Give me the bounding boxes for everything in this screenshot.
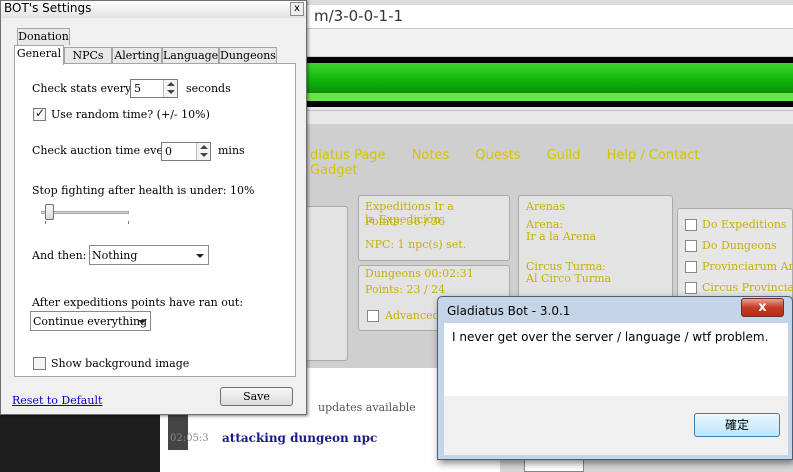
tab-dungeons[interactable]: Dungeons <box>219 47 277 64</box>
message-text: I never get over the server / language /… <box>452 330 769 344</box>
message-box-close-button[interactable]: x <box>741 298 784 317</box>
provinciarum-arena-checkbox[interactable] <box>685 261 697 273</box>
do-expeditions-checkbox[interactable] <box>685 219 697 231</box>
tab-donation[interactable]: Donation <box>17 28 70 45</box>
game-nav: diatus Page Notes Quests Guild Help / Co… <box>310 148 793 178</box>
provinciarum-arena-label: Provinciarum Arena <box>702 260 793 273</box>
exp-out-label: After expeditions points have ran out: <box>32 296 244 309</box>
left-panel <box>300 206 348 361</box>
game-banner <box>300 57 793 107</box>
check-stats-label: Check stats every <box>32 82 132 95</box>
settings-titlebar[interactable]: BOT's Settings x <box>1 1 306 18</box>
bg-image-label: Show background image <box>51 357 190 370</box>
circus-provinciarum-label: Circus Provinciarum <box>702 281 793 294</box>
tab-npcs[interactable]: NPCs <box>64 47 112 64</box>
auction-label: Check auction time every <box>32 144 175 157</box>
advanced-checkbox[interactable] <box>367 310 379 322</box>
exp-out-select[interactable]: Continue everything <box>30 311 151 331</box>
settings-close-button[interactable]: x <box>290 2 304 16</box>
nav-gladiatus-page[interactable]: diatus Page <box>310 148 386 163</box>
advanced-label: Advanced <box>385 309 440 322</box>
dungeons-title: Dungeons 00:02:31 <box>365 267 474 280</box>
chevron-down-icon <box>138 320 146 324</box>
log-updates-text: updates available <box>318 401 416 414</box>
random-time-checkbox[interactable] <box>33 106 46 121</box>
circus-provinciarum-checkbox[interactable] <box>685 282 697 294</box>
bg-image-checkbox[interactable] <box>33 357 46 370</box>
chevron-up-icon[interactable] <box>200 145 208 149</box>
browser-toolbar <box>300 29 793 57</box>
stepper-arrows[interactable] <box>163 80 177 97</box>
check-stats-unit: seconds <box>186 82 231 95</box>
check-stats-value: 5 <box>134 82 141 95</box>
expeditions-npc: NPC: 1 npc(s) set. <box>365 238 467 251</box>
tab-general[interactable]: General <box>14 45 64 65</box>
health-slider-thumb[interactable] <box>45 204 54 220</box>
and-then-label: And then: <box>32 249 87 262</box>
log-timestamp: 02:05:3 <box>170 433 209 444</box>
auction-stepper[interactable]: 0 <box>161 142 211 161</box>
chevron-up-icon[interactable] <box>167 82 175 86</box>
message-box-title: Gladiatus Bot - 3.0.1 <box>447 304 571 318</box>
desktop-background <box>0 415 160 472</box>
tab-language[interactable]: Language <box>162 47 219 64</box>
auction-value: 0 <box>165 145 172 158</box>
random-time-label: Use random time? (+/- 10%) <box>51 108 210 121</box>
expeditions-panel: Expeditions Ir a la Expedición Points: 3… <box>358 195 510 261</box>
circus-link[interactable]: Al Circo Turma <box>526 272 611 285</box>
address-bar[interactable]: m/3-0-0-1-1 <box>300 5 793 29</box>
health-slider-track[interactable] <box>41 211 129 214</box>
address-url: m/3-0-0-1-1 <box>314 7 404 25</box>
auction-unit: mins <box>218 144 245 157</box>
check-stats-stepper[interactable]: 5 <box>130 79 178 98</box>
banner-green-stripe <box>300 93 793 101</box>
do-expeditions-label: Do Expeditions <box>702 218 787 231</box>
close-icon: x <box>758 300 767 315</box>
do-dungeons-label: Do Dungeons <box>702 239 777 252</box>
chevron-down-icon[interactable] <box>200 153 208 157</box>
message-box: Gladiatus Bot - 3.0.1 x I never get over… <box>437 296 793 460</box>
message-box-footer: 確定 <box>444 396 788 455</box>
banner-green-band <box>300 63 793 93</box>
nav-notes[interactable]: Notes <box>412 148 450 163</box>
and-then-select[interactable]: Nothing <box>89 245 209 265</box>
do-dungeons-checkbox[interactable] <box>685 240 697 252</box>
ok-button[interactable]: 確定 <box>694 413 780 437</box>
tab-alerting[interactable]: Alerting <box>112 47 162 64</box>
slider-tick <box>45 221 46 224</box>
slider-tick <box>128 221 129 224</box>
divider <box>300 110 793 111</box>
nav-guild[interactable]: Guild <box>547 148 581 163</box>
exp-out-value: Continue everything <box>33 315 148 328</box>
bottom-input[interactable] <box>524 458 584 472</box>
settings-title: BOT's Settings <box>4 1 92 15</box>
reset-to-default-link[interactable]: Reset to Default <box>12 394 102 407</box>
close-icon: x <box>294 3 300 14</box>
chevron-down-icon <box>196 254 204 258</box>
nav-quests[interactable]: Quests <box>475 148 520 163</box>
stepper-arrows[interactable] <box>196 143 210 160</box>
arena-link[interactable]: Ir a la Arena <box>526 230 596 243</box>
chevron-down-icon[interactable] <box>167 90 175 94</box>
arenas-title: Arenas <box>526 200 565 213</box>
health-label: Stop fighting after health is under: 10% <box>32 184 255 197</box>
log-message: attacking dungeon npc <box>222 431 378 445</box>
expeditions-points: Points: 36 / 36 <box>365 215 446 228</box>
settings-dialog: BOT's Settings x Donation General NPCs A… <box>0 0 307 415</box>
nav-help-contact[interactable]: Help / Contact <box>607 148 700 163</box>
nav-gadget[interactable]: Gadget <box>310 163 358 178</box>
and-then-value: Nothing <box>92 249 138 262</box>
save-button[interactable]: Save <box>220 387 293 406</box>
dungeons-points: Points: 23 / 24 <box>365 283 446 296</box>
